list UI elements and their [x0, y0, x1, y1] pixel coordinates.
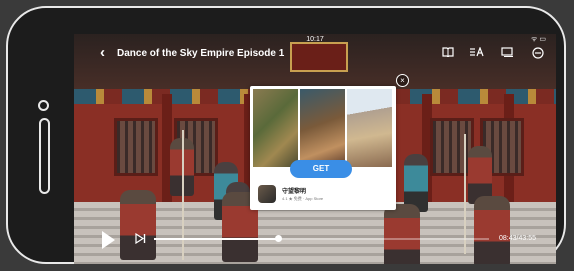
get-button[interactable]: GET	[290, 160, 352, 178]
total-time: 43:55	[518, 235, 537, 242]
player-top-bar: 10:17 ᯤ ▭ ‹ Dance of the Sky Empire Epis…	[74, 34, 556, 74]
subtitle-icon[interactable]	[470, 46, 484, 60]
pip-icon[interactable]	[501, 47, 514, 60]
speaker-slot	[39, 118, 50, 194]
phone-frame: 10:17 ᯤ ▭ ‹ Dance of the Sky Empire Epis…	[6, 6, 566, 264]
video-title: Dance of the Sky Empire Episode 1	[117, 48, 285, 59]
ad-close-icon[interactable]: ×	[396, 74, 409, 87]
video-player[interactable]: 10:17 ᯤ ▭ ‹ Dance of the Sky Empire Epis…	[74, 34, 556, 264]
time-readout: 08:43/43:55	[499, 235, 536, 242]
app-meta: 4.1 ★ 免费 · App Store	[282, 196, 324, 201]
ad-screenshot	[347, 89, 392, 167]
status-time: 10:17	[306, 36, 324, 43]
book-icon[interactable]	[442, 47, 454, 60]
progress-knob[interactable]	[274, 235, 282, 242]
elapsed-time: 08:43	[499, 235, 517, 242]
settings-icon[interactable]	[532, 47, 544, 62]
lattice-window	[114, 118, 158, 176]
play-icon[interactable]	[102, 231, 115, 249]
ad-screenshot	[300, 89, 345, 167]
app-icon	[258, 185, 276, 203]
app-name: 守望黎明	[282, 189, 307, 195]
status-icons: ᯤ ▭	[531, 36, 546, 43]
spear	[182, 130, 184, 260]
back-icon[interactable]: ‹	[100, 45, 105, 61]
progress-fill	[154, 238, 278, 240]
progress-bar[interactable]	[154, 235, 489, 242]
spear	[464, 134, 466, 254]
ad-card[interactable]: GET 守望黎明 4.1 ★ 免费 · App Store	[250, 86, 396, 210]
soldier	[384, 204, 420, 264]
ad-screenshot	[253, 89, 298, 167]
soldier	[120, 190, 156, 260]
ad-screenshots	[253, 89, 393, 167]
camera-dot	[38, 100, 49, 111]
next-episode-icon[interactable]	[135, 232, 146, 247]
soldier	[474, 196, 510, 264]
